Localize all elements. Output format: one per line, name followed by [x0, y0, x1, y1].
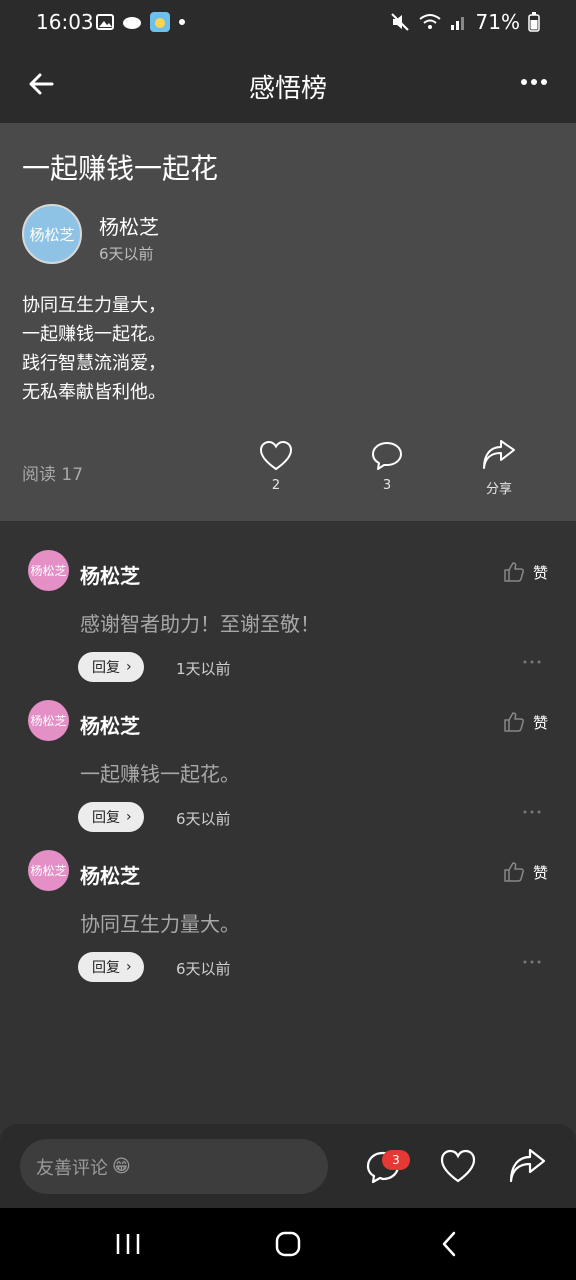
- author-avatar[interactable]: 杨松芝: [22, 204, 82, 264]
- notification-icons: [96, 12, 186, 32]
- like-action[interactable]: 2: [246, 440, 306, 493]
- gallery-icon: [96, 14, 114, 30]
- bottom-action-bar: 友善评论 😁 3: [0, 1124, 576, 1208]
- commenter-name[interactable]: 杨松芝: [80, 860, 140, 889]
- heart-icon: [259, 440, 293, 471]
- comment-item: 杨松芝 杨松芝 赞 一起赚钱一起花。 回复 › 6天以前: [0, 671, 576, 832]
- commenter-avatar[interactable]: 杨松芝: [28, 550, 69, 591]
- comment-input[interactable]: 友善评论 😁: [20, 1139, 328, 1194]
- post-line: 一起赚钱一起花。: [22, 324, 166, 345]
- comment-count-badge: 3: [382, 1150, 410, 1170]
- comment-like-button[interactable]: 赞: [503, 561, 548, 583]
- like-label: 赞: [532, 713, 548, 732]
- reply-label: 回复: [92, 960, 120, 976]
- comment-action[interactable]: 3: [357, 440, 417, 493]
- reply-button[interactable]: 回复 ›: [78, 952, 144, 982]
- battery-percent: 71%: [475, 10, 520, 34]
- page-title: 感悟榜: [248, 74, 327, 104]
- post-line: 协同互生力量大，: [22, 295, 166, 316]
- author-name[interactable]: 杨松芝: [99, 211, 159, 240]
- commenter-avatar[interactable]: 杨松芝: [28, 700, 69, 741]
- thumbs-up-icon: [504, 862, 524, 882]
- cloud-app-icon: [123, 17, 141, 29]
- comment-text: 感谢智者助力！至谢至敬！: [80, 612, 320, 636]
- back-nav-icon[interactable]: [430, 1228, 470, 1260]
- comment-count: 3: [382, 478, 392, 493]
- system-nav-bar: [0, 1208, 576, 1280]
- post-content: 协同互生力量大， 一起赚钱一起花。 践行智慧流淌爱， 无私奉献皆利他。: [22, 291, 166, 407]
- comment-item: 杨松芝 杨松芝 赞 感谢智者助力！至谢至敬！ 回复 › 1天以前: [0, 521, 576, 682]
- comment-time: 6天以前: [176, 960, 231, 978]
- mute-icon: [390, 13, 409, 31]
- commenter-avatar[interactable]: 杨松芝: [28, 850, 69, 891]
- commenter-name[interactable]: 杨松芝: [80, 560, 140, 589]
- thumbs-up-icon: [504, 562, 524, 582]
- post-card: 一起赚钱一起花 杨松芝 杨松芝 6天以前 协同互生力量大， 一起赚钱一起花。 践…: [0, 123, 576, 521]
- like-count: 2: [271, 478, 281, 493]
- post-time: 6天以前: [99, 245, 154, 263]
- heart-icon[interactable]: [439, 1148, 477, 1186]
- share-arrow-icon[interactable]: [508, 1148, 546, 1186]
- read-count: 阅读 17: [22, 465, 84, 485]
- home-icon[interactable]: [268, 1228, 308, 1260]
- comment-bubble-icon: [372, 442, 402, 470]
- notification-dot-icon: [179, 19, 185, 25]
- comment-text: 一起赚钱一起花。: [80, 762, 240, 786]
- comment-placeholder: 友善评论: [36, 1157, 108, 1179]
- status-time: 16:03: [36, 10, 94, 34]
- post-title: 一起赚钱一起花: [22, 152, 219, 185]
- share-action[interactable]: 分享: [469, 440, 529, 497]
- thumbs-up-icon: [504, 712, 524, 732]
- comment-more-icon[interactable]: [522, 657, 542, 667]
- status-bar: 16:03 71%: [0, 0, 576, 46]
- comment-item: 杨松芝 杨松芝 赞 协同互生力量大。 回复 › 6天以前: [0, 821, 576, 982]
- system-icons: 71%: [390, 10, 540, 34]
- comment-text: 协同互生力量大。: [80, 912, 240, 936]
- post-line: 无私奉献皆利他。: [22, 382, 166, 403]
- share-arrow-icon: [483, 440, 515, 469]
- wifi-icon: [418, 14, 441, 29]
- app-bar: 感悟榜: [0, 46, 576, 123]
- comment-like-button[interactable]: 赞: [503, 861, 548, 883]
- recents-icon[interactable]: [108, 1228, 148, 1260]
- more-options-icon[interactable]: [518, 66, 550, 98]
- like-label: 赞: [532, 563, 548, 582]
- weather-app-icon: [150, 12, 170, 32]
- comment-like-button[interactable]: 赞: [503, 711, 548, 733]
- share-label: 分享: [485, 482, 512, 497]
- commenter-name[interactable]: 杨松芝: [80, 710, 140, 739]
- battery-icon: [528, 12, 540, 32]
- like-label: 赞: [532, 863, 548, 882]
- grin-emoji-icon: 😁: [112, 1156, 131, 1177]
- post-line: 践行智慧流淌爱，: [22, 353, 166, 374]
- comment-more-icon[interactable]: [522, 807, 542, 817]
- signal-icon: [450, 17, 464, 30]
- chevron-right-icon: ›: [126, 959, 132, 975]
- comment-more-icon[interactable]: [522, 957, 542, 967]
